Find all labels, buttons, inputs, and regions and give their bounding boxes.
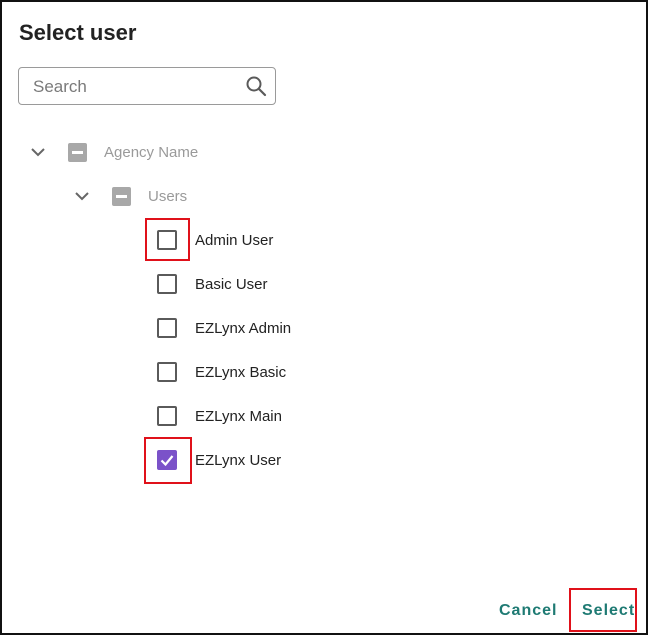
user-label: EZLynx User (195, 451, 282, 469)
user-label: EZLynx Basic (195, 363, 287, 381)
tree-node-users: Users (72, 182, 187, 210)
search-input[interactable] (31, 76, 235, 98)
user-label: EZLynx Admin (195, 319, 292, 337)
search-icon[interactable] (245, 75, 267, 97)
user-item-ezlynx-basic: EZLynx Basic (157, 358, 286, 386)
select-button[interactable]: Select (582, 602, 635, 620)
user-checkbox[interactable] (157, 362, 177, 382)
cancel-button[interactable]: Cancel (499, 602, 557, 620)
user-item-ezlynx-admin: EZLynx Admin (157, 314, 291, 342)
user-label: Basic User (195, 275, 268, 293)
chevron-down-icon[interactable] (72, 186, 92, 206)
user-item-ezlynx-main: EZLynx Main (157, 402, 282, 430)
highlight-box-admin-checkbox (145, 218, 190, 261)
user-checkbox[interactable] (157, 406, 177, 426)
chevron-down-icon[interactable] (28, 142, 48, 162)
user-label: EZLynx Main (195, 407, 282, 425)
user-item-basic-user: Basic User (157, 270, 268, 298)
select-user-dialog: Select user Agency Name Users Adm (0, 0, 648, 635)
search-box (18, 67, 276, 105)
highlight-box-ezlynx-user-checkbox (144, 437, 192, 484)
agency-partial-checkbox[interactable] (68, 142, 87, 162)
users-group-label: Users (148, 187, 188, 205)
user-checkbox[interactable] (157, 318, 177, 338)
tree-node-agency: Agency Name (28, 138, 198, 166)
user-checkbox[interactable] (157, 274, 177, 294)
user-label: Admin User (195, 231, 274, 249)
users-partial-checkbox[interactable] (112, 186, 131, 206)
dialog-title: Select user (19, 20, 137, 45)
agency-name-label: Agency Name (104, 143, 199, 161)
